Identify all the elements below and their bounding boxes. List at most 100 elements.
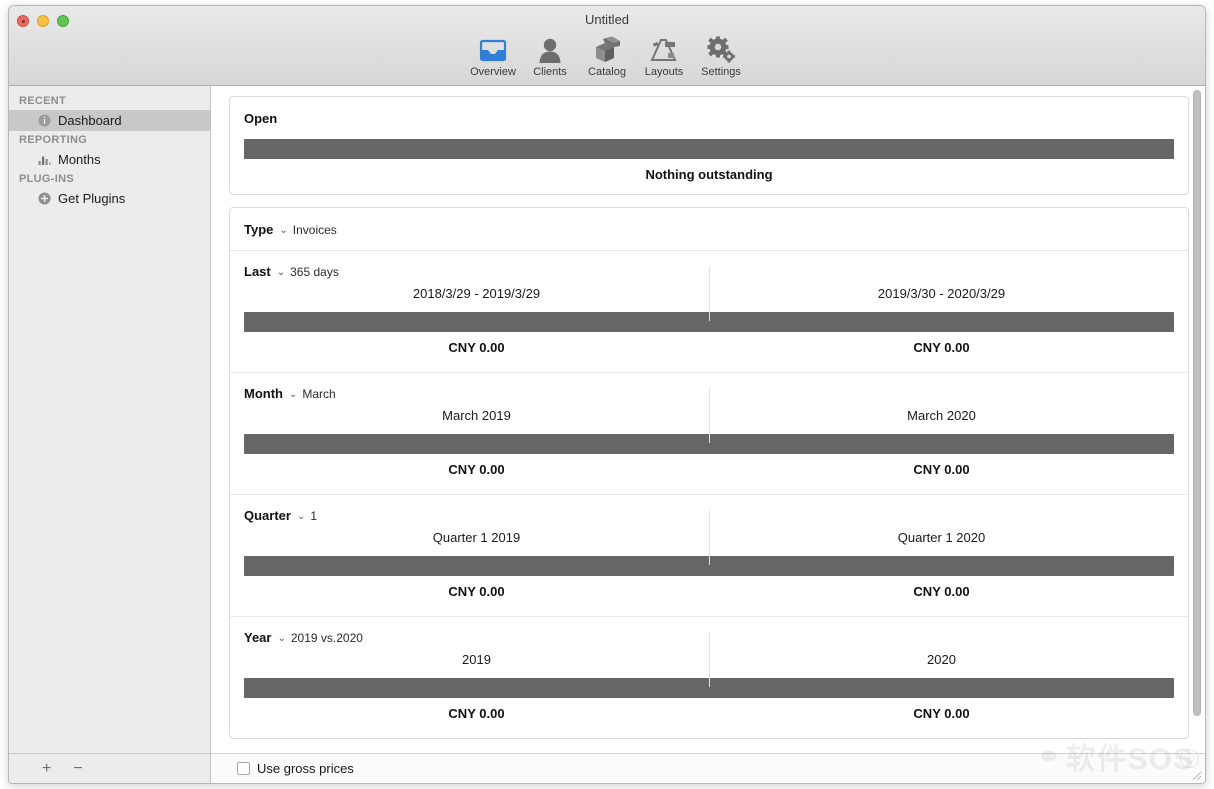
- toolbar-label: Layouts: [644, 66, 684, 78]
- toolbar-item-clients[interactable]: Clients: [522, 33, 579, 78]
- app-window: Untitled Overview Clients Catalog Layout…: [8, 5, 1206, 784]
- open-title: Open: [244, 111, 278, 126]
- section-month: Month ⌄ March March 2019 March 2020 CNY …: [230, 373, 1188, 495]
- sidebar-item-label: Get Plugins: [58, 191, 126, 206]
- value-left: CNY 0.00: [448, 584, 505, 599]
- add-button[interactable]: +: [42, 760, 51, 777]
- sidebar-group-header-recent: RECENT: [19, 95, 67, 107]
- column-divider: [709, 388, 710, 443]
- title-bar: Untitled Overview Clients Catalog Layout…: [9, 6, 1205, 86]
- section-year: Year ⌄ 2019 vs.2020 2019 2020 CNY 0.00 C…: [230, 617, 1188, 738]
- sidebar-list: RECENT Dashboard REPORTING Months PLUG-I…: [9, 86, 210, 753]
- column-right: March 2020: [709, 407, 1174, 425]
- sidebar-footer: + −: [9, 753, 210, 783]
- toolbar-item-overview[interactable]: Overview: [465, 33, 522, 78]
- value-right: CNY 0.00: [913, 584, 970, 599]
- section-popup[interactable]: ⌄ March: [289, 387, 336, 401]
- sidebar-item-months[interactable]: Months: [9, 149, 210, 170]
- report-card: Type ⌄ Invoices Last ⌄ 365 days 2018/3/2…: [229, 207, 1189, 739]
- section-popup[interactable]: ⌄ 2019 vs.2020: [277, 631, 362, 645]
- content-area: Open Nothing outstanding Type ⌄ Invoices: [211, 86, 1205, 783]
- open-bar: [244, 139, 1174, 159]
- type-popup[interactable]: ⌄ Invoices: [279, 223, 336, 237]
- chevron-down-icon: ⌄: [296, 511, 306, 522]
- toolbar-label: Clients: [533, 66, 567, 78]
- section-columns: Quarter 1 2019 Quarter 1 2020: [244, 510, 1174, 565]
- resize-grip[interactable]: [1190, 769, 1202, 781]
- section-quarter: Quarter ⌄ 1 Quarter 1 2019 Quarter 1 202…: [230, 495, 1188, 617]
- value-left: CNY 0.00: [448, 462, 505, 477]
- remove-button[interactable]: −: [73, 760, 82, 777]
- person-icon: [537, 33, 563, 64]
- column-divider: [709, 266, 710, 321]
- section-popup[interactable]: ⌄ 365 days: [277, 265, 339, 279]
- value-right: CNY 0.00: [913, 462, 970, 477]
- sidebar-item-dashboard[interactable]: Dashboard: [9, 110, 210, 131]
- column-right: 2020: [709, 651, 1174, 669]
- value-left: CNY 0.00: [448, 706, 505, 721]
- column-divider: [709, 510, 710, 565]
- section-value: 2019 vs.2020: [290, 631, 363, 645]
- gears-icon: [706, 33, 736, 64]
- scrollbar-thumb[interactable]: [1193, 90, 1201, 716]
- type-row: Type ⌄ Invoices: [230, 208, 1188, 251]
- column-label: 2019/3/30 - 2020/3/29: [877, 286, 1006, 301]
- dashboard-scroll-area: Open Nothing outstanding Type ⌄ Invoices: [211, 86, 1205, 753]
- footer-bar: Use gross prices ⚭ 软件SOS ®: [211, 741, 1205, 783]
- sidebar-group-header-reporting: REPORTING: [19, 134, 88, 146]
- section-columns: March 2019 March 2020: [244, 388, 1174, 443]
- sidebar-group-header-plugins: PLUG-INS: [19, 173, 74, 185]
- info-circle-icon: [37, 114, 51, 128]
- bar-chart-icon: [37, 153, 51, 167]
- use-gross-prices-label: Use gross prices: [257, 761, 354, 776]
- toolbar-label: Settings: [701, 66, 741, 78]
- section-value: 365 days: [290, 265, 339, 279]
- chevron-down-icon: ⌄: [288, 389, 298, 400]
- section-values: CNY 0.00 CNY 0.00: [244, 706, 1174, 738]
- column-left: 2018/3/29 - 2019/3/29: [244, 285, 709, 303]
- sidebar-item-label: Dashboard: [58, 113, 122, 128]
- column-divider: [709, 632, 710, 687]
- section-values: CNY 0.00 CNY 0.00: [244, 462, 1174, 494]
- value-right: CNY 0.00: [913, 706, 970, 721]
- chevron-down-icon: ⌄: [279, 225, 288, 236]
- window-title: Untitled: [584, 12, 630, 27]
- vertical-scrollbar[interactable]: [1193, 90, 1201, 716]
- sidebar: RECENT Dashboard REPORTING Months PLUG-I…: [9, 86, 211, 783]
- boxes-icon: [592, 33, 622, 64]
- section-label: Month: [244, 386, 283, 401]
- toolbar-item-settings[interactable]: Settings: [693, 33, 750, 78]
- screen: Untitled Overview Clients Catalog Layout…: [0, 0, 1214, 789]
- section-value: March: [302, 387, 336, 401]
- toolbar-item-catalog[interactable]: Catalog: [579, 33, 636, 78]
- use-gross-prices-checkbox[interactable]: [237, 762, 250, 775]
- column-left: Quarter 1 2019: [244, 529, 709, 547]
- value-left: CNY 0.00: [448, 340, 505, 355]
- sidebar-item-get-plugins[interactable]: Get Plugins: [9, 188, 210, 209]
- section-values: CNY 0.00 CNY 0.00: [244, 584, 1174, 616]
- section-values: CNY 0.00 CNY 0.00: [244, 340, 1174, 372]
- column-label: 2020: [927, 652, 956, 667]
- section-popup[interactable]: ⌄ 1: [297, 509, 317, 523]
- type-value: Invoices: [292, 223, 337, 237]
- column-label: Quarter 1 2020: [897, 530, 986, 545]
- layout-icon: [649, 33, 679, 64]
- column-right: Quarter 1 2020: [709, 529, 1174, 547]
- column-label: 2018/3/29 - 2019/3/29: [412, 286, 541, 301]
- use-gross-prices-row[interactable]: Use gross prices: [237, 761, 354, 776]
- toolbar-label: Overview: [470, 66, 516, 78]
- toolbar-item-layouts[interactable]: Layouts: [636, 33, 693, 78]
- value-right: CNY 0.00: [913, 340, 970, 355]
- column-left: March 2019: [244, 407, 709, 425]
- column-label: March 2019: [442, 408, 511, 423]
- section-value: 1: [310, 509, 318, 523]
- column-label: Quarter 1 2019: [432, 530, 521, 545]
- sidebar-item-label: Months: [58, 152, 101, 167]
- section-label: Quarter: [244, 508, 291, 523]
- plus-circle-icon: [37, 192, 51, 206]
- open-card: Open Nothing outstanding: [229, 96, 1189, 195]
- column-right: 2019/3/30 - 2020/3/29: [709, 285, 1174, 303]
- inbox-icon: [478, 33, 508, 64]
- toolbar: Overview Clients Catalog Layouts Setting…: [9, 33, 1205, 78]
- chevron-down-icon: ⌄: [276, 267, 286, 278]
